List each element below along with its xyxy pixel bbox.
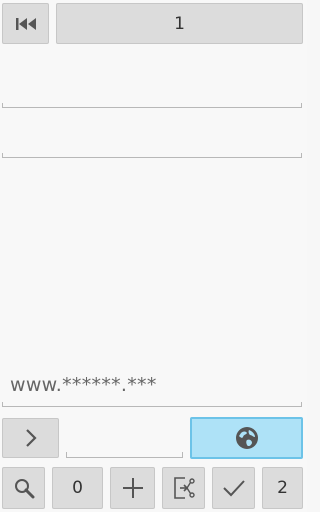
small-input-field[interactable] [66,452,183,458]
count-left-label: 0 [72,478,83,498]
share-export-icon [172,476,196,500]
app-window: 1 www.******.*** 0 2 [0,0,307,512]
check-button[interactable] [212,467,255,509]
skip-to-first-icon [15,17,37,31]
add-button[interactable] [110,467,155,509]
plus-icon [122,477,144,499]
page-number-button[interactable]: 1 [56,3,303,44]
chevron-right-icon [24,428,38,448]
search-icon [13,477,35,499]
export-button[interactable] [162,467,205,509]
go-globe-button[interactable] [190,417,303,459]
page-number-label: 1 [174,13,185,34]
search-button[interactable] [2,467,45,509]
globe-icon [234,425,260,451]
count-right-button[interactable]: 2 [262,467,303,509]
text-field-2[interactable] [2,153,302,158]
url-field[interactable] [2,402,302,407]
next-button[interactable] [2,418,59,458]
text-field-1[interactable] [2,103,302,108]
count-left-button[interactable]: 0 [52,467,103,509]
check-icon [222,478,246,498]
url-text: www.******.*** [10,374,157,396]
count-right-label: 2 [277,478,288,498]
skip-to-first-button[interactable] [2,3,49,44]
